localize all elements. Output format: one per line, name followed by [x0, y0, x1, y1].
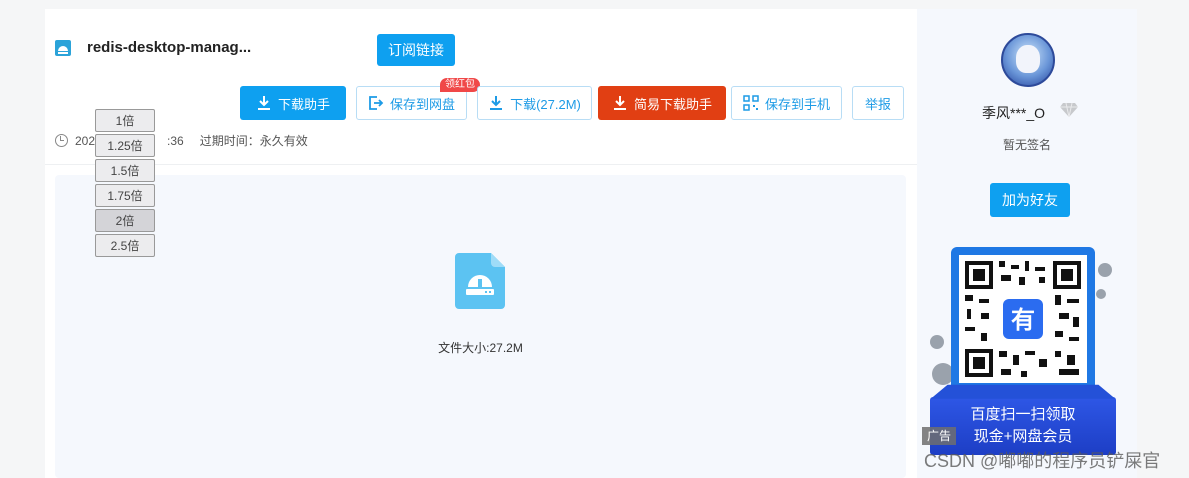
red-packet-badge[interactable]: 领红包: [440, 78, 480, 92]
file-type-icon: [55, 40, 71, 56]
share-date: 202: [75, 133, 96, 148]
uploader-card: 季风***_O 暂无签名 加为好友 有 百度扫一扫领取 现金+网盘会员: [917, 9, 1137, 478]
qr-code-frame: 有: [951, 247, 1095, 395]
save-to-pan-label: 保存到网盘: [389, 96, 455, 112]
file-large-icon: [455, 253, 505, 309]
file-size: 文件大小:27.2M: [438, 341, 523, 355]
speed-option[interactable]: 1倍: [95, 109, 155, 132]
file-preview: 文件大小:27.2M: [55, 175, 906, 478]
qr-code-icon: 有: [959, 255, 1087, 383]
add-friend-button[interactable]: 加为好友: [990, 183, 1070, 217]
file-title[interactable]: redis-desktop-manag...: [87, 39, 251, 56]
speed-option[interactable]: 1.25倍: [95, 134, 155, 157]
diamond-icon: [1060, 103, 1078, 117]
save-to-phone-button[interactable]: 保存到手机: [731, 86, 842, 120]
speed-selector: 1倍 1.25倍 1.5倍 1.75倍 2倍 2.5倍: [95, 109, 155, 259]
user-name[interactable]: 季风***_O: [982, 103, 1045, 123]
download-icon: [257, 96, 270, 110]
ad-line-2: 现金+网盘会员: [973, 428, 1073, 445]
user-signature: 暂无签名: [1002, 138, 1051, 152]
export-icon: [369, 96, 384, 110]
download-helper-button[interactable]: 下载助手: [240, 86, 346, 120]
speed-option[interactable]: 2.5倍: [95, 234, 155, 257]
report-button[interactable]: 举报: [852, 86, 904, 120]
avatar[interactable]: [1001, 33, 1055, 87]
qr-code-icon: [743, 95, 759, 111]
divider: [45, 164, 917, 165]
share-time: :36: [167, 133, 184, 148]
ad-banner[interactable]: 有 百度扫一扫领取 现金+网盘会员: [930, 247, 1120, 455]
download-helper-label: 下载助手: [277, 96, 330, 112]
easy-download-helper-label: 简易下载助手: [633, 96, 712, 112]
coin-decoration: [1098, 263, 1112, 277]
download-icon: [613, 96, 626, 110]
report-label: 举报: [864, 96, 891, 112]
easy-download-helper-button[interactable]: 简易下载助手: [598, 86, 726, 120]
speed-option[interactable]: 1.5倍: [95, 159, 155, 182]
download-button[interactable]: 下载(27.2M): [477, 86, 592, 120]
download-label: 下载(27.2M): [510, 96, 581, 112]
expire-time: 过期时间：永久有效: [199, 134, 308, 148]
file-meta: 202 :36 过期时间：永久有效: [55, 132, 308, 149]
file-card: redis-desktop-manag... 订阅链接 下载助手 保存到网盘 领…: [45, 9, 917, 478]
clock-icon: [55, 134, 68, 147]
save-to-phone-label: 保存到手机: [764, 96, 830, 112]
coin-decoration: [1096, 289, 1106, 299]
qr-center-glyph: 有: [1011, 306, 1035, 334]
subscribe-link-button[interactable]: 订阅链接: [377, 34, 455, 66]
watermark: CSDN @嘟嘟的程序员铲屎官: [924, 451, 1161, 471]
speed-option-selected[interactable]: 2倍: [95, 209, 155, 232]
action-toolbar: 下载助手 保存到网盘 领红包 下载(27.2M) 简易下载助手 保存到手机 举报: [45, 78, 917, 120]
coin-decoration: [930, 335, 944, 349]
ad-line-1: 百度扫一扫领取: [970, 406, 1076, 423]
download-icon: [490, 96, 503, 110]
ad-tag: 广告: [922, 427, 957, 445]
speed-option[interactable]: 1.75倍: [95, 184, 155, 207]
